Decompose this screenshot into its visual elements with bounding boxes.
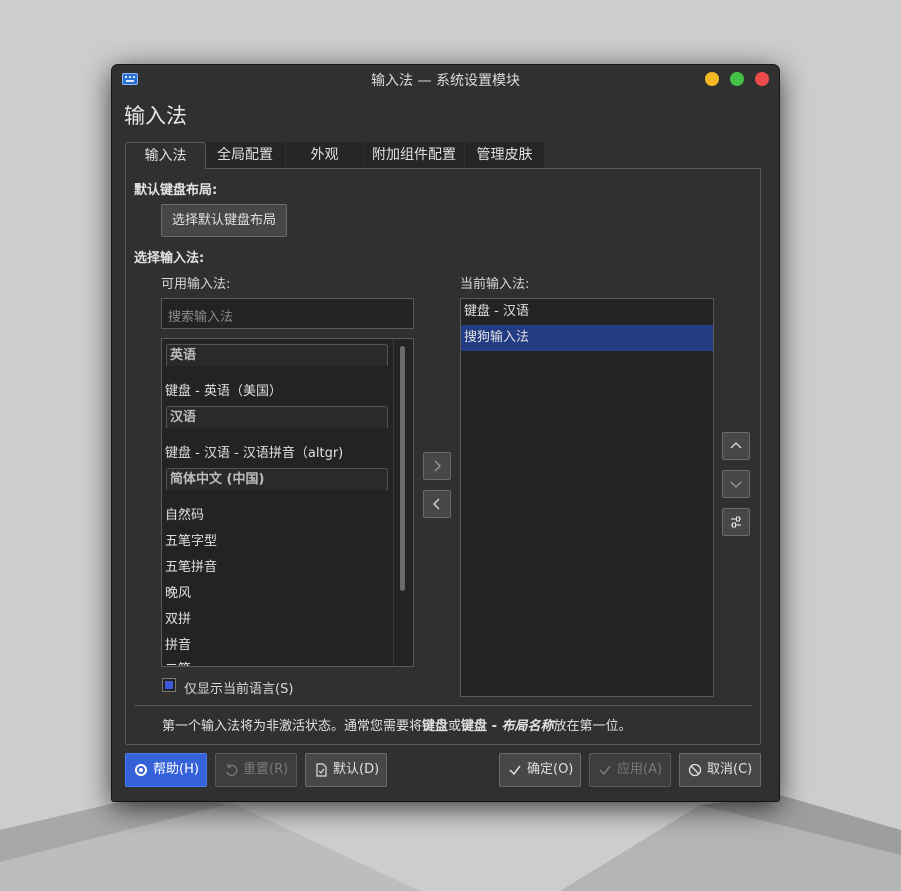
hint-bold: 键盘 [422,719,449,734]
list-item[interactable]: 键盘 - 汉语 - 汉语拼音（altgr) [165,442,343,461]
tab-addon-config[interactable]: 附加组件配置 [364,142,464,168]
hint-part: 放在第一位。 [553,719,632,734]
cancel-label: 取消(C) [707,762,753,777]
move-down-button[interactable] [722,470,750,498]
window-title: 输入法 — 系统设置模块 [371,73,520,89]
title-bar[interactable]: 输入法 — 系统设置模块 [112,65,779,93]
scrollbar-thumb[interactable] [400,346,405,591]
check-icon [599,765,611,776]
page-title: 输入法 [124,104,187,128]
list-item[interactable]: 双拼 [165,608,191,627]
ok-label: 确定(O) [527,762,574,777]
list-item[interactable]: 五笔字型 [165,530,217,549]
list-item[interactable]: 键盘 - 汉语 [461,299,713,325]
divider [134,705,752,706]
hint-bold: 键盘 - [461,719,502,734]
group-header-english: 英语 [166,344,388,366]
document-revert-icon [316,763,327,777]
minimize-button[interactable] [705,72,719,86]
search-input[interactable]: 搜索输入法 [161,298,414,329]
hint-bold-italic: 布局名称 [501,719,554,734]
tab-appearance[interactable]: 外观 [286,142,363,168]
list-item-selected[interactable]: 搜狗输入法 [461,325,713,351]
tab-input-method[interactable]: 输入法 [125,142,206,169]
settings-window: 输入法 — 系统设置模块 输入法 输入法 全局配置 外观 附加组件配置 管理皮肤… [112,65,779,801]
hint-part: 或 [448,719,462,734]
ok-button[interactable]: 确定(O) [499,753,581,787]
list-item[interactable]: 二笔 [165,658,191,666]
sliders-icon [731,516,741,528]
select-im-heading: 选择输入法: [134,251,205,266]
current-im-list[interactable]: 键盘 - 汉语 搜狗输入法 [460,298,714,697]
tab-global-config[interactable]: 全局配置 [205,142,285,168]
cancel-icon [688,763,702,777]
chevron-up-icon [730,442,742,449]
hint-text: 第一个输入法将为非激活状态。通常您需要将键盘或键盘 - 布局名称放在第一位。 [162,715,632,734]
help-icon [135,764,147,776]
list-item[interactable]: 自然码 [165,504,204,523]
defaults-button[interactable]: 默认(D) [305,753,387,787]
list-divider [393,339,394,666]
list-item[interactable]: 拼音 [165,634,191,653]
reset-button[interactable]: 重置(R) [215,753,297,787]
select-keyboard-layout-button[interactable]: 选择默认键盘布局 [161,204,287,237]
group-header-chinese: 汉语 [166,406,388,428]
only-current-language-checkbox[interactable] [162,678,176,692]
chevron-down-icon [730,481,742,488]
maximize-button[interactable] [730,72,744,86]
available-im-list[interactable]: 英语 键盘 - 英语（美国） 汉语 键盘 - 汉语 - 汉语拼音（altgr) … [161,338,414,667]
only-current-language-label[interactable]: 仅显示当前语言(S) [184,678,293,697]
help-button[interactable]: 帮助(H) [125,753,207,787]
list-item[interactable]: 晚风 [165,582,191,601]
add-im-button[interactable] [423,452,451,480]
apply-label: 应用(A) [617,762,663,777]
chevron-left-icon [433,498,440,510]
defaults-label: 默认(D) [333,762,380,777]
list-item[interactable]: 五笔拼音 [165,556,217,575]
check-icon [509,765,521,776]
hint-part: 第一个输入法将为非激活状态。通常您需要将 [162,719,423,734]
close-button[interactable] [755,72,769,86]
current-im-label: 当前输入法: [460,277,530,292]
apply-button[interactable]: 应用(A) [589,753,671,787]
list-item[interactable]: 键盘 - 英语（美国） [165,380,282,399]
move-up-button[interactable] [722,432,750,460]
tab-manage-skins[interactable]: 管理皮肤 [465,142,544,168]
cancel-button[interactable]: 取消(C) [679,753,761,787]
group-header-simplified-chinese: 简体中文 (中国) [166,468,388,490]
chevron-right-icon [434,460,441,472]
help-label: 帮助(H) [153,762,199,777]
undo-icon [226,764,238,776]
checkbox-mark [165,681,173,689]
reset-label: 重置(R) [243,762,289,777]
configure-im-button[interactable] [722,508,750,536]
default-keyboard-heading: 默认键盘布局: [134,183,218,198]
remove-im-button[interactable] [423,490,451,518]
available-im-label: 可用输入法: [161,277,231,292]
